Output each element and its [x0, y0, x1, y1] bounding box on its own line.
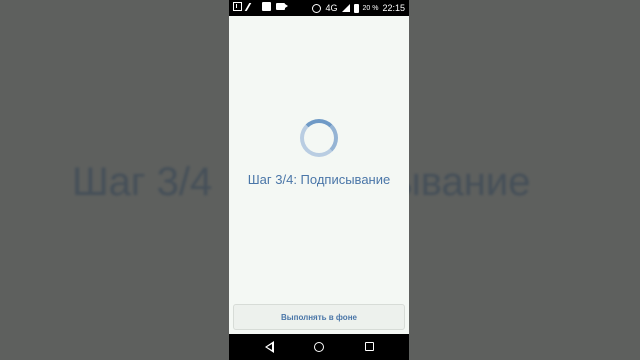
network-type: 4G — [325, 3, 338, 13]
alarm-icon — [312, 3, 322, 13]
battery-level: 20 % — [362, 4, 379, 12]
notification-icon — [244, 2, 260, 11]
battery-icon — [353, 3, 359, 13]
clock: 22:15 — [382, 3, 405, 13]
recent-apps-icon[interactable] — [365, 342, 374, 351]
download-icon — [233, 2, 242, 11]
main-content: Шаг 3/4: Подписывание Выполнять в фоне — [229, 16, 409, 334]
square-icon — [262, 2, 271, 11]
status-bar: 4G 20 % 22:15 — [229, 0, 409, 16]
background-text-left: Шаг 3/4 — [72, 160, 213, 204]
home-icon[interactable] — [314, 342, 324, 352]
step-label: Шаг 3/4: Подписывание — [247, 172, 391, 187]
video-icon — [276, 3, 288, 10]
back-icon[interactable] — [265, 341, 274, 353]
phone-screen: 4G 20 % 22:15 Шаг 3/4: Подписывание Выпо… — [229, 0, 409, 360]
loading-spinner-icon — [300, 119, 338, 157]
navigation-bar — [229, 334, 409, 360]
run-in-background-button[interactable]: Выполнять в фоне — [233, 304, 405, 330]
background-text-right: ывание — [392, 160, 531, 204]
signal-icon — [341, 4, 350, 12]
